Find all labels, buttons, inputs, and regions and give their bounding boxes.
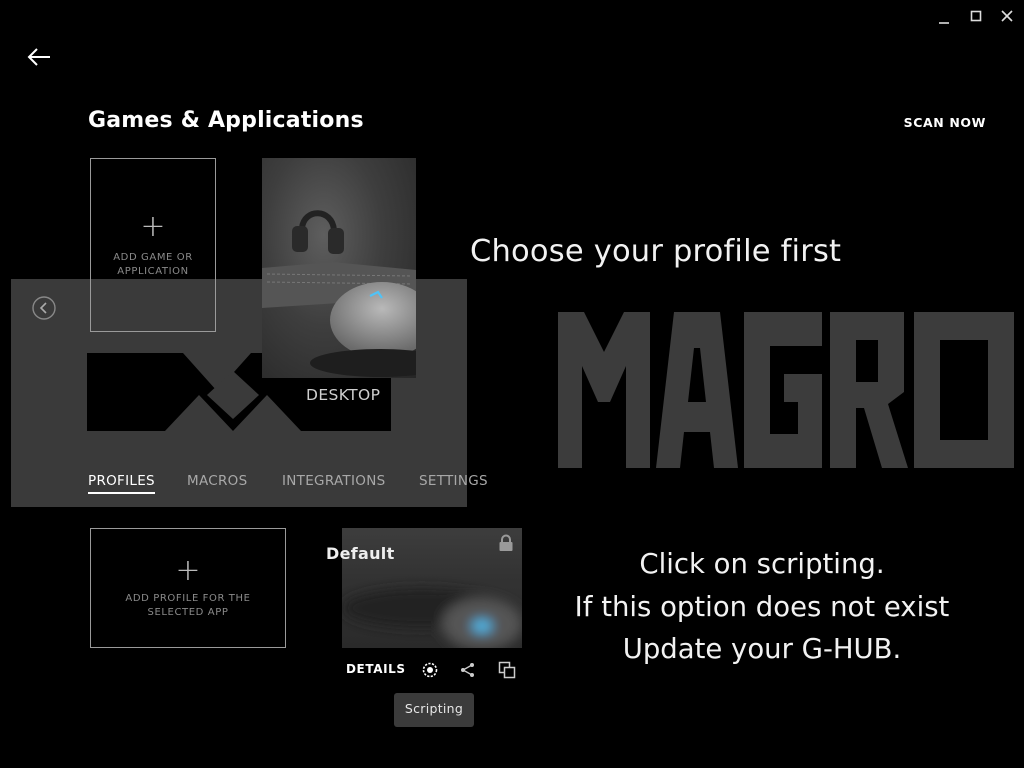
duplicate-button[interactable]	[498, 661, 516, 679]
maximize-button[interactable]	[965, 6, 987, 28]
add-game-label: ADD GAME OR APPLICATION	[113, 252, 193, 277]
chevron-left-icon	[32, 296, 56, 320]
plus-icon: +	[140, 209, 166, 244]
tab-active-underline	[88, 492, 155, 494]
desktop-thumbnail	[262, 210, 416, 377]
minimize-button[interactable]	[933, 6, 955, 28]
tab-integrations[interactable]: INTEGRATIONS	[282, 473, 385, 489]
annotation-line: Update your G-HUB.	[622, 633, 902, 665]
close-button[interactable]	[996, 6, 1018, 28]
annotation-scripting-hint: Click on scripting. If this option does …	[540, 543, 984, 671]
add-profile-label: ADD PROFILE FOR THE SELECTED APP	[125, 593, 251, 618]
scroll-left-button[interactable]	[32, 296, 56, 320]
close-icon	[1001, 10, 1013, 22]
share-icon	[461, 663, 474, 677]
tab-settings[interactable]: SETTINGS	[419, 473, 488, 489]
lock-icon	[499, 534, 513, 551]
tab-profiles[interactable]: PROFILES	[88, 473, 155, 489]
minimize-icon	[939, 22, 949, 24]
scripting-tooltip: Scripting	[394, 693, 474, 727]
scan-now-button[interactable]: SCAN NOW	[904, 115, 986, 130]
page-title: Games & Applications	[88, 108, 364, 133]
maximize-icon	[970, 10, 982, 22]
game-tile-desktop[interactable]	[262, 158, 416, 378]
game-tile-label: DESKTOP	[306, 386, 381, 404]
duplicate-icon	[498, 661, 516, 679]
add-game-tile[interactable]: + ADD GAME OR APPLICATION	[90, 158, 216, 332]
watermark-macro-text	[558, 312, 1014, 468]
details-button[interactable]: DETAILS	[346, 662, 406, 676]
back-button[interactable]	[24, 42, 54, 72]
scripting-button[interactable]	[421, 661, 439, 679]
profile-name: Default	[326, 544, 395, 563]
annotation-choose-profile: Choose your profile first	[470, 234, 842, 269]
annotation-line: Click on scripting.	[639, 548, 885, 580]
tab-macros[interactable]: MACROS	[187, 473, 247, 489]
annotation-line: If this option does not exist	[574, 590, 950, 623]
scripting-icon	[422, 662, 438, 678]
add-profile-tile[interactable]: + ADD PROFILE FOR THE SELECTED APP	[90, 528, 286, 648]
share-button[interactable]	[459, 661, 477, 679]
back-arrow-icon	[27, 48, 50, 66]
plus-icon: +	[175, 553, 201, 588]
